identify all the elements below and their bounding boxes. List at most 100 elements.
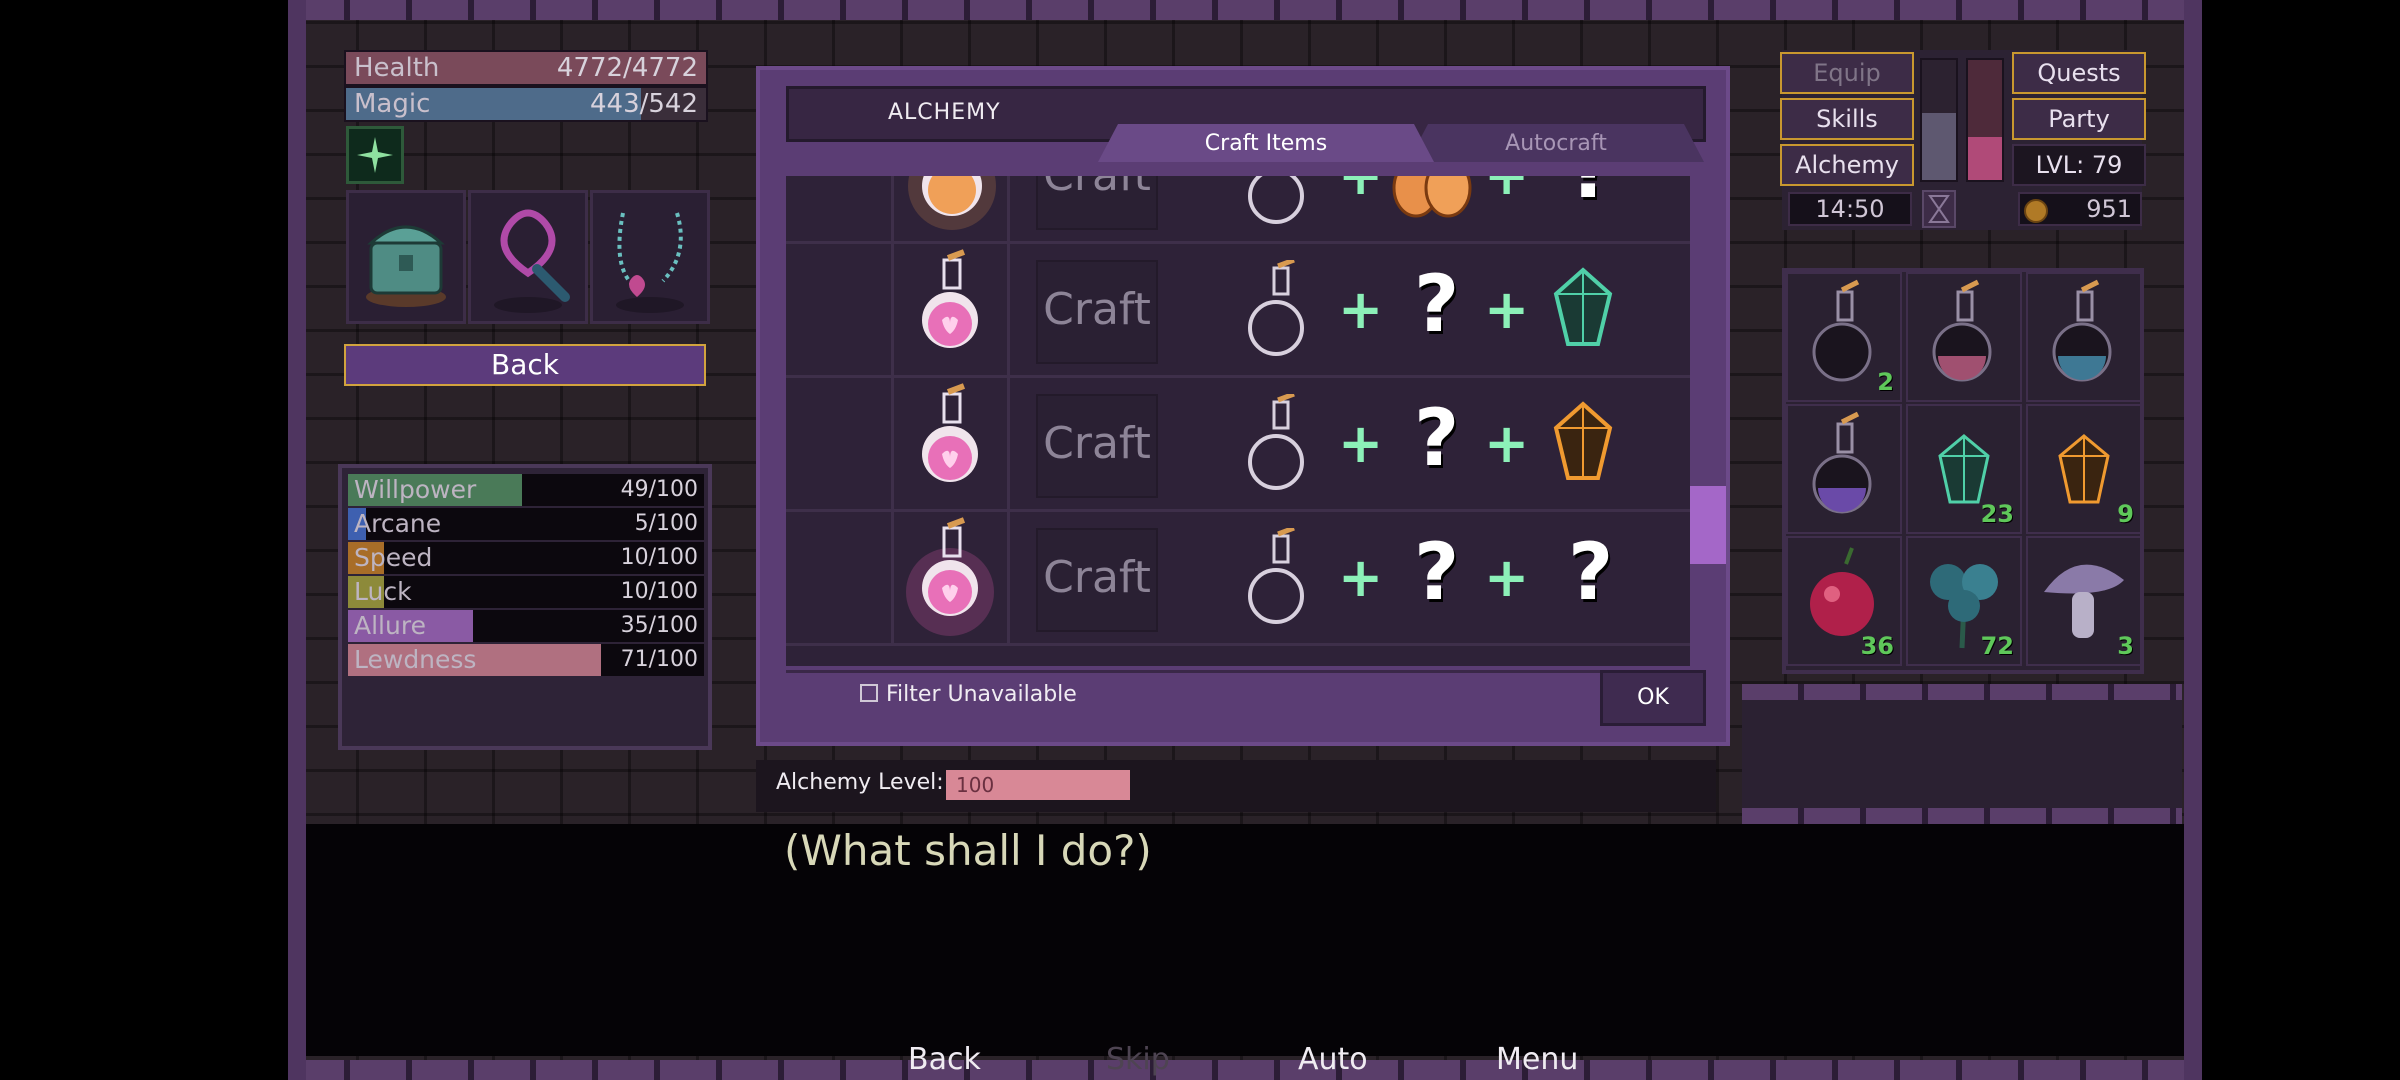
stone-strip: [1742, 808, 2182, 824]
plus-sign: +: [1338, 412, 1384, 475]
skills-button[interactable]: Skills: [1780, 98, 1914, 140]
alchemy-level-label: Alchemy Level:: [776, 770, 944, 795]
stat-value: 10/100: [620, 545, 698, 570]
hourglass-icon: [1922, 190, 1956, 228]
alchemy-title: ALCHEMY: [888, 100, 1001, 125]
pink-heart-potion-icon: [922, 383, 978, 482]
item-count: 72: [1980, 632, 2014, 660]
heart-collar-icon: [494, 209, 570, 313]
recipe-scrollbar[interactable]: [1690, 176, 1726, 666]
health-bar: Health 4772/4772: [344, 50, 708, 86]
stat-willpower: Willpower 49/100: [348, 474, 704, 506]
plus-sign: +: [1484, 176, 1529, 207]
unknown-ingredient: ?: [1568, 176, 1613, 216]
stat-luck: Luck 10/100: [348, 576, 704, 608]
pink-heart-potion-icon: [922, 249, 978, 348]
stat-speed: Speed 10/100: [348, 542, 704, 574]
pink-potion-icon: [1932, 279, 1992, 382]
stat-value: 5/100: [634, 511, 698, 536]
dialogue-text: (What shall I do?): [784, 826, 1152, 875]
recipe-row: Craft + + ?: [786, 176, 1690, 244]
filter-unavailable-toggle[interactable]: Filter Unavailable: [860, 682, 1077, 707]
plus-sign: +: [1484, 546, 1530, 609]
quick-back-button[interactable]: Back: [908, 1042, 981, 1077]
craft-button[interactable]: Craft: [1036, 260, 1158, 364]
inventory-slot[interactable]: [1906, 272, 2022, 402]
inventory-slot[interactable]: [2026, 272, 2142, 402]
stat-label: Arcane: [354, 509, 442, 538]
plus-sign: +: [1338, 278, 1384, 341]
filter-checkbox[interactable]: [860, 684, 878, 702]
quick-auto-button[interactable]: Auto: [1298, 1042, 1368, 1077]
item-count: 3: [2117, 632, 2134, 660]
stat-value: 71/100: [620, 647, 698, 672]
recipe-cell: [786, 378, 894, 509]
vertical-gauge-left: [1920, 58, 1958, 182]
magic-value: 443/542: [589, 89, 698, 119]
dialogue-box[interactable]: [306, 824, 2184, 1056]
stat-value: 10/100: [620, 579, 698, 604]
unknown-ingredient: ?: [1414, 260, 1460, 350]
stat-value: 49/100: [620, 477, 698, 502]
time-display: 14:50: [1788, 192, 1912, 226]
empty-flask-icon: [1248, 528, 1304, 624]
alchemy-button[interactable]: Alchemy: [1780, 144, 1914, 186]
stat-arcane: Arcane 5/100: [348, 508, 704, 540]
equip-slot-necklace[interactable]: [590, 190, 710, 324]
result-cell: [894, 244, 1010, 375]
item-count: 2: [1877, 368, 1894, 396]
inventory-slot[interactable]: 23: [1906, 404, 2022, 534]
tab-craft-items[interactable]: Craft Items: [1098, 124, 1434, 162]
recipe-cell: [786, 512, 894, 643]
recipe-row: Craft + ? + ?: [786, 512, 1690, 646]
recipe-cell: [786, 176, 894, 241]
back-button[interactable]: Back: [344, 344, 706, 386]
left-frame: [288, 0, 306, 1080]
inventory-slot[interactable]: 9: [2026, 404, 2142, 534]
vertical-gauge-right: [1966, 58, 2004, 182]
craft-button[interactable]: Craft: [1036, 176, 1158, 230]
quick-menu-button[interactable]: Menu: [1496, 1042, 1578, 1077]
status-effect-icon[interactable]: [346, 126, 404, 184]
inventory-slot[interactable]: [1786, 404, 1902, 534]
alchemy-level-value: 100: [956, 773, 995, 797]
inventory-slot[interactable]: 3: [2026, 536, 2142, 666]
inventory-slot[interactable]: 36: [1786, 536, 1902, 666]
treasure-chest-icon: [366, 225, 446, 307]
stat-label: Luck: [354, 577, 412, 606]
result-cell: [894, 512, 1010, 643]
craft-button[interactable]: Craft: [1036, 394, 1158, 498]
tab-autocraft[interactable]: Autocraft: [1408, 124, 1704, 162]
equip-slot-collar[interactable]: [468, 190, 588, 324]
stone-strip: [1742, 684, 2182, 700]
right-frame: [2184, 0, 2202, 1080]
inventory-slot[interactable]: 2: [1786, 272, 1902, 402]
result-cell: [894, 176, 1010, 241]
empty-flask-icon: [1248, 260, 1304, 356]
party-button[interactable]: Party: [2012, 98, 2146, 140]
orange-potion-icon: [908, 176, 996, 230]
bottom-frame: [288, 1060, 2202, 1080]
unknown-ingredient: ?: [1414, 394, 1460, 484]
stats-panel: Willpower 49/100 Arcane 5/100 Speed 10/1…: [338, 464, 712, 750]
item-count: 23: [1980, 500, 2014, 528]
ok-button[interactable]: OK: [1600, 670, 1706, 726]
empty-flask-icon: [1248, 176, 1304, 224]
recipe-row: Craft + ? +: [786, 378, 1690, 512]
orange-eggs-icon: [1392, 176, 1472, 218]
craft-button[interactable]: Craft: [1036, 528, 1158, 632]
quick-skip-button[interactable]: Skip: [1106, 1042, 1170, 1077]
quests-button[interactable]: Quests: [2012, 52, 2146, 94]
magic-bar: Magic 443/542: [344, 86, 708, 122]
scrollbar-thumb[interactable]: [1690, 486, 1726, 564]
top-frame: [288, 0, 2202, 20]
item-count: 36: [1860, 632, 1894, 660]
equip-slot-chest[interactable]: [346, 190, 466, 324]
heart-necklace-icon: [616, 212, 684, 313]
magic-label: Magic: [354, 89, 431, 119]
equip-button[interactable]: Equip: [1780, 52, 1914, 94]
inventory-slot[interactable]: 72: [1906, 536, 2022, 666]
health-value: 4772/4772: [556, 53, 698, 83]
right-lower-panel: [1742, 684, 2182, 824]
stat-value: 35/100: [620, 613, 698, 638]
